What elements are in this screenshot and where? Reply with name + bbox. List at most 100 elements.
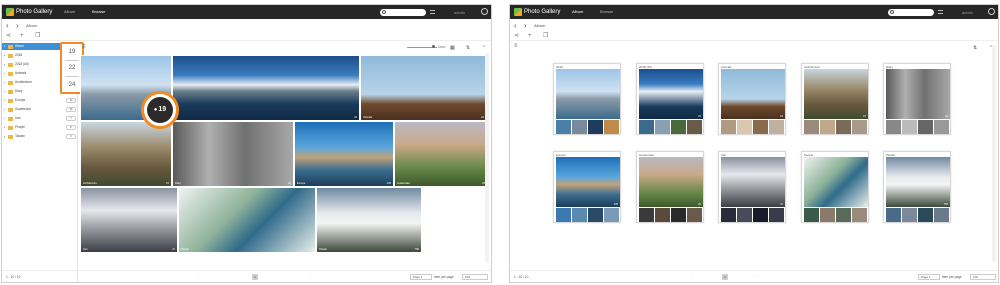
per-page-select[interactable]: 100 — [462, 274, 488, 280]
count-badge: 26 — [66, 107, 76, 112]
sort-icon[interactable]: ⇅ — [973, 45, 977, 51]
scrollbar[interactable] — [992, 45, 996, 262]
grid-view-icon[interactable]: ▦ — [450, 45, 455, 51]
prev-page-icon[interactable]: ‹ — [692, 275, 693, 279]
next-page-icon[interactable]: › — [754, 275, 755, 279]
photo-count: 19 — [158, 106, 167, 113]
album-card[interactable]: Architecture 15 — [801, 63, 869, 135]
sort-icon[interactable]: ⇅ — [466, 45, 470, 51]
pagination-bar: 1 - 10 / 10 ‹ 1 › Page 1 Item per page 1… — [510, 270, 998, 282]
album-card[interactable]: 2018 (All) 22 — [636, 63, 704, 135]
count-badge: 9 — [66, 134, 76, 139]
list-view-icon[interactable]: ≡ — [82, 44, 86, 51]
folder-icon — [8, 117, 13, 121]
page-select[interactable]: Page 1 — [410, 274, 432, 280]
album-card[interactable]: Animals 24 — [718, 63, 786, 135]
folder-icon — [8, 135, 13, 139]
photo-grid: 22 Animals 24 Architecture 15 Diary 22 Euro… — [80, 55, 488, 255]
per-page-label: Item per page — [942, 275, 962, 279]
folder-icon — [8, 90, 13, 94]
tree-item-album[interactable]: ▾ Album — [2, 43, 64, 50]
filter-icon[interactable] — [430, 10, 435, 14]
album-card[interactable]: Diary 22 — [883, 63, 951, 135]
user-avatar-icon[interactable] — [988, 8, 995, 15]
folder-icon — [8, 45, 13, 49]
page-button[interactable]: 1 — [252, 274, 258, 280]
tree-item[interactable]: ▸ People — [2, 124, 64, 131]
user-avatar-icon[interactable] — [481, 8, 488, 15]
share-icon[interactable]: ⋖ — [514, 33, 519, 40]
scrollbar[interactable] — [485, 53, 489, 262]
album-tile[interactable]: Iran 47 — [80, 187, 178, 253]
album-card[interactable]: Iran 47 — [718, 151, 786, 223]
album-card[interactable]: Taiwan 750 — [883, 151, 951, 223]
filter-icon[interactable] — [938, 10, 943, 14]
tree-item[interactable]: ▸ Iran — [2, 115, 64, 122]
album-tile[interactable]: Taiwan 750 — [316, 187, 422, 253]
album-tile[interactable]: Diary 22 — [172, 121, 294, 187]
page-button[interactable]: 1 — [722, 274, 728, 280]
per-page-label: Item per page — [434, 275, 454, 279]
album-tile[interactable]: Europe 105 — [294, 121, 394, 187]
album-card[interactable]: Guatemala 26 — [636, 151, 704, 223]
per-page-select[interactable]: 100 — [970, 274, 996, 280]
zoom-handle[interactable] — [432, 45, 435, 48]
album-tile[interactable]: Animals 24 — [360, 55, 487, 121]
album-tile[interactable]: 22 — [172, 55, 360, 121]
folder-icon — [8, 54, 13, 58]
search-input[interactable] — [888, 9, 934, 16]
folder-icon — [8, 99, 13, 103]
breadcrumb[interactable]: Album — [26, 23, 37, 28]
person-icon: ● — [153, 107, 158, 113]
tree-item[interactable]: ▸ Europe — [2, 97, 64, 104]
tree-item[interactable]: ▸ Diary — [2, 88, 64, 95]
zoom-level: 100% — [438, 45, 446, 49]
album-tile[interactable]: Architecture 15 — [80, 121, 172, 187]
tree-item[interactable]: ▸ Animals — [2, 70, 64, 77]
back-icon[interactable]: ‹ — [6, 21, 9, 31]
top-bar: Photo Gallery Album Browse admin — [2, 5, 491, 19]
back-icon[interactable]: ‹ — [514, 21, 517, 31]
folder-icon — [8, 63, 13, 67]
tree-item[interactable]: ▸ Guatemala — [2, 106, 64, 113]
album-tile[interactable]: People 8 — [178, 187, 316, 253]
forward-icon[interactable]: › — [524, 21, 527, 31]
prev-page-icon[interactable]: ‹ — [198, 275, 199, 279]
album-card[interactable]: Europe 105 — [553, 151, 621, 223]
add-icon[interactable]: + — [20, 33, 24, 40]
search-icon — [382, 10, 386, 14]
album-tile[interactable]: Guatemala 26 — [394, 121, 488, 187]
album-card[interactable]: 2018 — [553, 63, 621, 135]
search-input[interactable] — [380, 9, 426, 16]
count-badge: 24 — [68, 82, 76, 88]
nav-album[interactable]: Album — [572, 9, 583, 15]
tree-item[interactable]: ▸ 2018 (All) — [2, 61, 64, 68]
nav-browse[interactable]: Browse — [92, 9, 105, 15]
count-badge: 19 — [68, 49, 76, 55]
tree-item[interactable]: ▸ Taiwan — [2, 133, 64, 140]
list-view-icon[interactable]: ≡ — [514, 43, 518, 50]
photo-count-callout: ●19 — [141, 91, 179, 129]
nav-album[interactable]: Album — [64, 9, 75, 15]
tree-item[interactable]: ▸ 2018 — [2, 52, 64, 59]
forward-icon[interactable]: › — [16, 21, 19, 31]
copy-icon[interactable]: ❐ — [543, 33, 548, 40]
add-icon[interactable]: + — [528, 33, 532, 40]
share-icon[interactable]: ⋖ — [6, 33, 11, 40]
count-badge: 24 — [66, 98, 76, 103]
folder-icon — [8, 108, 13, 112]
tree-item[interactable]: ▸ Architecture — [2, 79, 64, 86]
pagination-bar: 1 - 10 / 10 ‹ 1 › Page 1 Item per page 1… — [2, 270, 491, 282]
folder-icon — [8, 81, 13, 85]
nav-browse[interactable]: Browse — [600, 9, 613, 15]
count-badge: 22 — [68, 65, 76, 71]
copy-icon[interactable]: ❐ — [35, 33, 40, 40]
collapse-icon[interactable]: ⌃ — [482, 45, 486, 51]
breadcrumb[interactable]: Album — [534, 23, 545, 28]
album-card[interactable]: People 8 — [801, 151, 869, 223]
next-page-icon[interactable]: › — [310, 275, 311, 279]
page-select[interactable]: Page 1 — [918, 274, 940, 280]
divider — [65, 76, 79, 77]
divider — [65, 60, 79, 61]
count-badge: 8 — [66, 125, 76, 130]
